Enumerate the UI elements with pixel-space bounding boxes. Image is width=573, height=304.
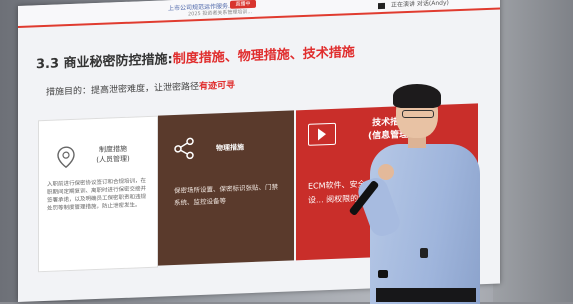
- presenter-belt: [376, 288, 476, 302]
- card-body: 入职前进行保密协议签订和合规培训，在职期间定期复训、离职时进行保密交接并签署承诺…: [47, 178, 147, 212]
- toolbar-right: 正在演讲 对话(Andy): [378, 0, 449, 9]
- share-icon: [174, 137, 194, 160]
- toolbar-subtitle: 2025 投资者关系管理培训...: [188, 9, 253, 18]
- presenter-hair: [393, 84, 441, 108]
- live-badge: 直播中: [230, 0, 256, 9]
- card-institutional: 制度措施 (人员管理) 入职前进行保密协议签订和合规培训，在职期间定期复训、离职…: [38, 115, 158, 273]
- card-label: 物理措施: [216, 143, 244, 153]
- presenter: [348, 84, 500, 304]
- card-body: 保密场所设置、保密标识张贴、门禁系统、监控设备等: [174, 183, 278, 208]
- card-label: 制度措施 (人员管理): [96, 144, 130, 164]
- watch-icon: [420, 248, 428, 258]
- presenter-hand: [378, 164, 394, 180]
- camera-icon: [378, 2, 385, 9]
- title-highlight: 制度措施、物理措施、技术措施: [172, 45, 355, 68]
- remote-control: [378, 270, 388, 278]
- card-physical: 物理措施 保密场所设置、保密标识张贴、门禁系统、监控设备等: [158, 110, 294, 266]
- location-pin-icon: [57, 146, 75, 169]
- goal-highlight: 有迹可寻: [199, 80, 236, 93]
- screen-toolbar: 上市公司规范运作服务... 2025 投资者关系管理培训... 直播中 正在演讲…: [18, 0, 500, 26]
- wall: [493, 0, 573, 302]
- play-icon: [308, 122, 336, 146]
- glasses-icon: [402, 110, 434, 118]
- slide-title: 3.3 商业秘密防控措施:制度措施、物理措施、技术措施: [36, 45, 355, 73]
- slide-goal: 措施目的：提高泄密难度，让泄密路径有迹可寻: [46, 80, 236, 98]
